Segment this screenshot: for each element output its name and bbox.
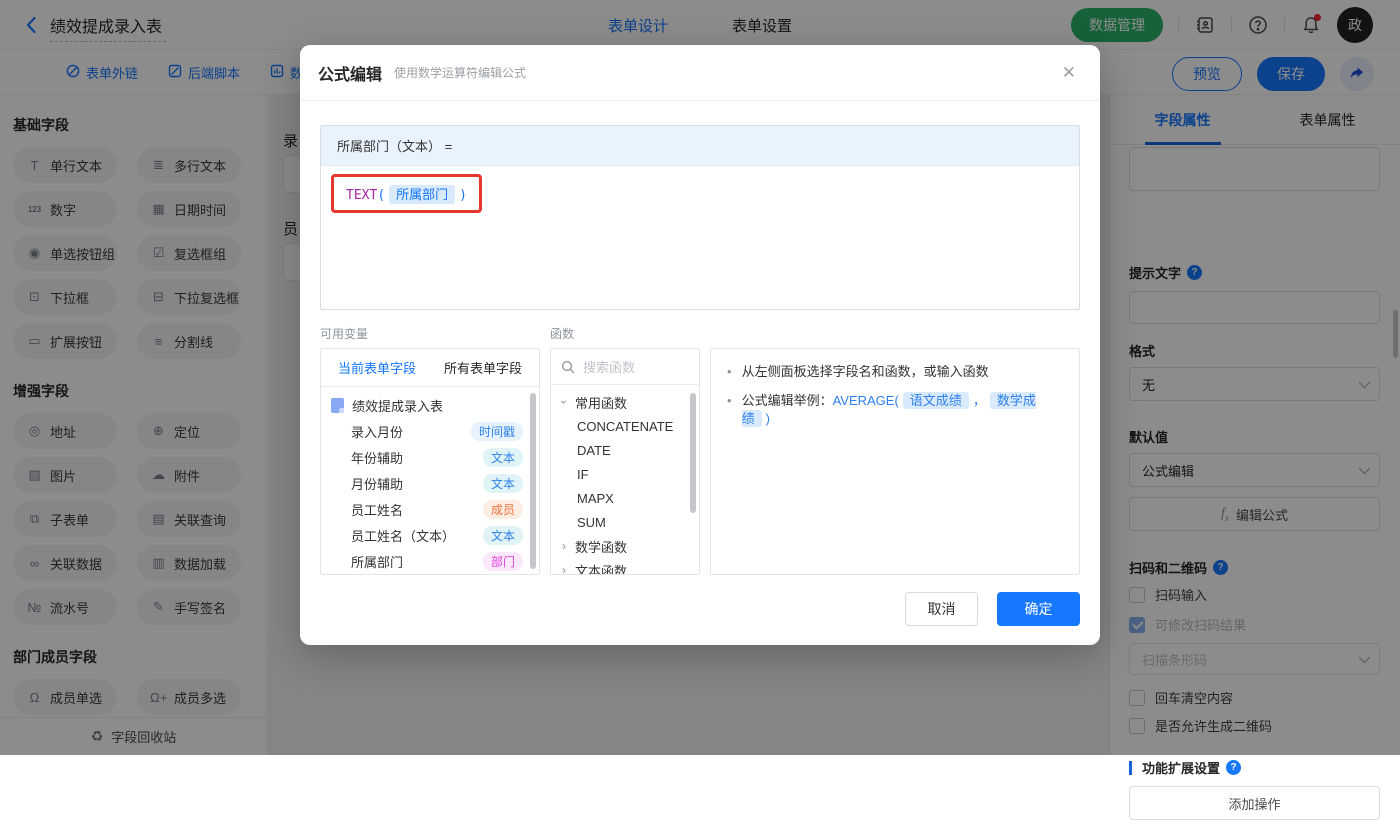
extension-section-label: 功能扩展设置 ? (1129, 758, 1380, 777)
formula-editor-box: 所属部门（文本） = TEXT(所属部门) (320, 125, 1080, 310)
variable-field-row[interactable]: 所属部门部门 (321, 548, 539, 574)
formula-expression-highlight[interactable]: TEXT(所属部门) (331, 174, 482, 213)
function-item[interactable]: CONCATENATE (551, 414, 699, 438)
formula-help-panel: • 从左侧面板选择字段名和函数，或输入函数 • 公式编辑举例：AVERAGE(语… (710, 348, 1080, 575)
field-type-badge: 时间戳 (471, 422, 523, 441)
search-icon (561, 360, 575, 374)
function-group-label: 常用函数 (575, 393, 627, 412)
function-group-label: 数学函数 (575, 537, 627, 556)
example-field-pill: 语文成绩 (903, 392, 969, 409)
modal-title: 公式编辑 (318, 61, 382, 85)
close-icon[interactable]: ✕ (1062, 64, 1076, 81)
help-line-2: • 公式编辑举例：AVERAGE(语文成绩，数学成绩) (727, 392, 1063, 428)
field-type-badge: 文本 (483, 474, 523, 493)
help-icon[interactable]: ? (1226, 760, 1241, 775)
variable-field-row[interactable]: 录入月份时间戳 (321, 418, 539, 444)
bullet-icon: • (727, 392, 732, 428)
variable-field-name: 录入月份 (351, 422, 471, 441)
tree-chevron-icon: › (559, 539, 569, 553)
modal-subtitle: 使用数学运算符编辑公式 (394, 64, 526, 81)
formula-function: TEXT (346, 188, 377, 203)
function-item[interactable]: MAPX (551, 486, 699, 510)
variable-field-name: 所属部门 (351, 552, 483, 571)
formula-target: 所属部门（文本） = (321, 126, 1079, 166)
variable-field-row[interactable]: 员工姓名成员 (321, 496, 539, 522)
field-type-badge: 文本 (483, 526, 523, 545)
formula-input-area[interactable]: TEXT(所属部门) (321, 166, 1079, 221)
variable-field-row[interactable]: 月份辅助文本 (321, 470, 539, 496)
tree-chevron-icon: › (557, 397, 571, 407)
function-group-collapsed[interactable]: › 数学函数 (551, 534, 699, 558)
scrollbar-thumb[interactable] (530, 393, 536, 569)
formula-field-pill[interactable]: 所属部门 (389, 185, 455, 204)
variable-field-name: 年份辅助 (351, 448, 483, 467)
tab-all-form-fields[interactable]: 所有表单字段 (444, 358, 522, 377)
variable-field-name: 月份辅助 (351, 474, 483, 493)
function-item[interactable]: IF (551, 462, 699, 486)
scrollbar-thumb[interactable] (690, 393, 696, 513)
add-action-button[interactable]: 添加操作 (1129, 786, 1380, 820)
function-group-expanded[interactable]: › 常用函数 (551, 390, 699, 414)
function-group-label: 文本函数 (575, 561, 627, 576)
variables-root-node[interactable]: 绩效提成录入表 (321, 392, 539, 418)
help-line-1: • 从左侧面板选择字段名和函数，或输入函数 (727, 363, 1063, 381)
variable-field-name: 员工姓名 (351, 500, 483, 519)
cancel-button[interactable]: 取消 (905, 592, 978, 626)
variable-field-row[interactable]: 员工姓名（文本）文本 (321, 522, 539, 548)
tab-current-form-fields[interactable]: 当前表单字段 (338, 358, 416, 377)
variables-tabs: 当前表单字段 所有表单字段 (321, 349, 539, 387)
function-item[interactable]: SUM (551, 510, 699, 534)
functions-label: 函数 (550, 325, 574, 342)
form-doc-icon (331, 398, 344, 413)
modal-footer: 取消 确定 (905, 592, 1080, 626)
search-placeholder: 搜索函数 (583, 357, 635, 376)
function-item[interactable]: DATE (551, 438, 699, 462)
formula-editor-modal: 公式编辑 使用数学运算符编辑公式 ✕ 所属部门（文本） = TEXT(所属部门)… (300, 45, 1100, 645)
modal-header: 公式编辑 使用数学运算符编辑公式 ✕ (300, 45, 1100, 101)
functions-panel: 搜索函数 ›常用函数CONCATENATEDATEIFMAPXSUM›数学函数›… (550, 348, 700, 575)
field-type-badge: 成员 (483, 500, 523, 519)
confirm-button[interactable]: 确定 (997, 592, 1080, 626)
tree-chevron-icon: › (559, 563, 569, 575)
variable-field-row[interactable]: 年份辅助文本 (321, 444, 539, 470)
variables-panel: 当前表单字段 所有表单字段 绩效提成录入表 录入月份时间戳年份辅助文本月份辅助文… (320, 348, 540, 575)
variable-field-name: 员工姓名（文本） (351, 526, 483, 545)
variables-label: 可用变量 (320, 325, 368, 342)
function-search-input[interactable]: 搜索函数 (551, 349, 699, 385)
bullet-icon: • (727, 363, 732, 381)
field-type-badge: 部门 (483, 552, 523, 571)
field-type-badge: 文本 (483, 448, 523, 467)
function-group-collapsed[interactable]: › 文本函数 (551, 558, 699, 575)
